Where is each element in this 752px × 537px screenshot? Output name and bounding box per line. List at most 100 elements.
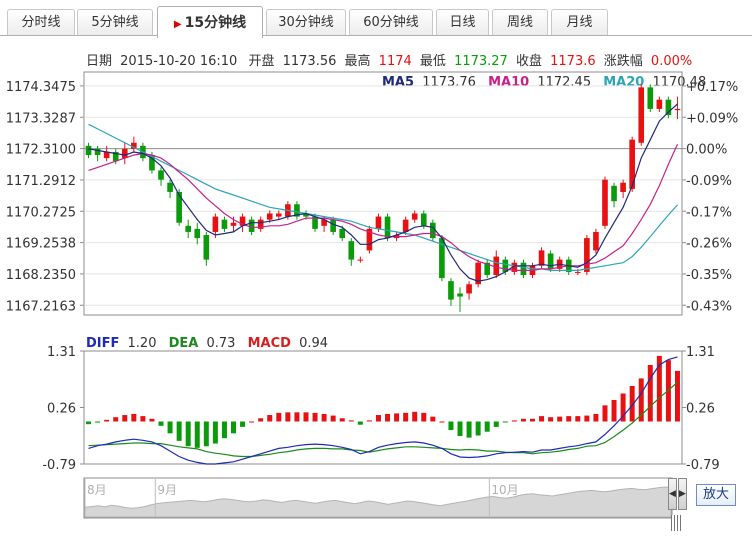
macd-lines <box>88 356 678 465</box>
candle-up <box>602 179 608 226</box>
candle-up <box>266 213 273 220</box>
candle-up <box>357 259 364 261</box>
candle-up <box>584 238 590 272</box>
macd-bar-positive <box>113 417 119 422</box>
macd-bar-positive <box>647 364 653 422</box>
tab-15min[interactable]: ▶ 15分钟线 <box>157 6 263 38</box>
macd-bar-negative <box>357 421 363 425</box>
macd-bar-negative <box>231 421 236 434</box>
candle-down <box>420 213 427 226</box>
candle-down <box>520 262 527 276</box>
candle-down <box>457 293 463 297</box>
high-value: 1174 <box>379 54 412 69</box>
price-tick-label: 1174.3475 <box>6 80 76 95</box>
percent-tick-label: -0.09% <box>686 174 732 189</box>
candle-down <box>339 228 346 239</box>
candle-down <box>158 170 164 180</box>
candle-up <box>493 256 500 276</box>
candle-down <box>194 228 201 239</box>
svg-text:DIFF 1.20 DEA 0.73: DIFF 1.20 DEA 0.73 MACD 0.94 <box>86 336 328 351</box>
macd-bar-positive <box>140 416 146 422</box>
candle-up <box>674 108 681 111</box>
macd-tick-label: -0.79 <box>42 458 76 473</box>
low-label: 最低 <box>420 54 446 69</box>
scroll-right-button[interactable]: ▶ <box>678 478 687 510</box>
open-value: 1173.56 <box>283 54 337 69</box>
percent-tick-label: +0.09% <box>686 111 738 126</box>
macd-bar-positive <box>312 412 318 422</box>
candle-up <box>538 250 545 266</box>
candle-down <box>176 191 182 223</box>
macd-axis-right: 1.31 0.26 -0.79 <box>682 345 720 473</box>
candle-up <box>121 148 128 159</box>
candle-down <box>647 87 654 109</box>
macd-bar-positive <box>611 399 617 422</box>
macd-bar-positive <box>385 413 391 422</box>
macd-bar-positive <box>258 418 264 422</box>
close-value: 1173.6 <box>550 54 596 69</box>
navigator-month-label: 10月 <box>491 483 518 497</box>
ma20-legend-label: MA20 <box>603 75 644 90</box>
date-value: 2015-10-20 16:10 <box>120 54 237 69</box>
resize-grip-icon[interactable] <box>671 515 683 531</box>
macd-bar-positive <box>348 420 354 422</box>
macd-bar-positive <box>593 413 599 422</box>
macd-bar-negative <box>502 421 508 423</box>
macd-bar-positive <box>122 415 128 422</box>
stock-chart: 日期 2015-10-20 16:10 开盘 1173.56 最高 1174 最… <box>6 53 738 519</box>
active-arrow-icon: ▶ <box>173 19 182 30</box>
diff-legend-value: 1.20 <box>128 336 157 351</box>
macd-bar-positive <box>303 412 309 422</box>
macd-tick-label: 0.26 <box>47 402 76 417</box>
candle-up <box>638 87 645 143</box>
percent-tick-label: 0.00% <box>686 143 727 158</box>
macd-bar-negative <box>194 421 200 448</box>
macd-bar-negative <box>457 421 463 437</box>
macd-tick-label: -0.79 <box>686 458 720 473</box>
ma5-legend-value: 1173.76 <box>422 75 476 90</box>
macd-tick-label: 0.26 <box>686 402 715 417</box>
price-tick-label: 1169.2538 <box>6 237 76 252</box>
macd-bar-negative <box>203 421 209 447</box>
macd-bar-negative <box>185 421 191 447</box>
candle-down <box>248 219 255 232</box>
macd-bar-positive <box>439 421 445 423</box>
macd-bar-positive <box>330 415 336 422</box>
macd-bar-negative <box>158 421 164 426</box>
macd-bar-positive <box>267 415 273 422</box>
macd-bar-negative <box>212 421 218 444</box>
percent-tick-label: -0.26% <box>686 237 732 252</box>
price-tick-label: 1170.2725 <box>6 205 76 220</box>
percent-tick-label: -0.17% <box>686 205 732 220</box>
macd-bar-negative <box>167 421 173 434</box>
change-value: 0.00% <box>651 54 692 69</box>
macd-bar-positive <box>548 417 554 422</box>
macd-bar-positive <box>321 413 327 422</box>
candle-down <box>348 241 355 260</box>
percent-tick-label: -0.35% <box>686 268 732 283</box>
macd-legend-value: 0.94 <box>299 336 328 351</box>
candle-up <box>375 216 382 229</box>
change-label: 涨跌幅 <box>604 53 643 69</box>
macd-bar-negative <box>493 421 499 427</box>
diff-legend-label: DIFF <box>86 336 119 351</box>
macd-bar-negative <box>95 421 101 423</box>
zoom-in-button[interactable]: 放大 <box>696 484 736 506</box>
macd-bar-positive <box>276 412 282 422</box>
percent-tick-label: -0.43% <box>686 299 732 314</box>
navigator-month-label: 9月 <box>157 483 177 497</box>
scroll-left-button[interactable]: ◀ <box>668 478 677 510</box>
candle-down <box>85 145 92 156</box>
candle-down <box>203 235 210 260</box>
ma5-legend-label: MA5 <box>382 75 414 90</box>
macd-bar-negative <box>86 421 92 425</box>
date-label: 日期 <box>86 54 112 69</box>
macd-legend-label: MACD <box>248 336 292 351</box>
macd-bar-negative <box>448 421 454 431</box>
macd-bar-positive <box>403 412 409 422</box>
svg-text:日期 2015-10-20 16:10 开盘: 日期 2015-10-20 16:10 开盘 1173.56 最高 1174 最… <box>86 53 692 69</box>
macd-bar-positive <box>511 420 517 422</box>
high-label: 最高 <box>345 53 371 69</box>
candle-down <box>185 225 192 232</box>
macd-bar-positive <box>412 411 418 422</box>
